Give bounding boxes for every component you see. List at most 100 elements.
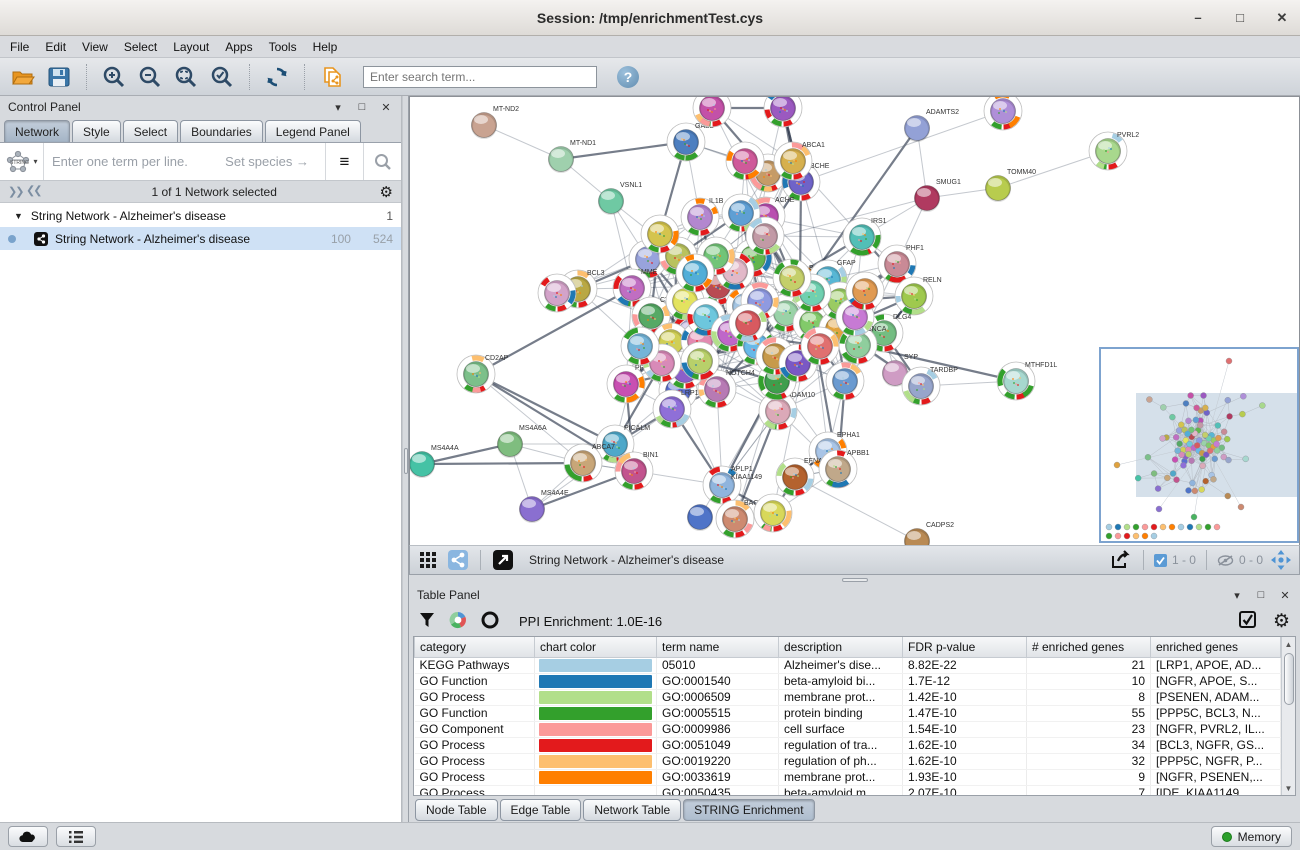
zoom-out-icon[interactable]: [135, 63, 165, 91]
menu-tools[interactable]: Tools: [269, 38, 305, 56]
maximize-button[interactable]: □: [1232, 10, 1248, 26]
panel-close-icon[interactable]: ✕: [379, 101, 393, 114]
network-edge[interactable]: [422, 463, 583, 464]
network-edge[interactable]: [476, 374, 615, 444]
table-row[interactable]: GO ProcessGO:0033619membrane prot...1.93…: [415, 769, 1281, 785]
network-node[interactable]: MTHFD1L: [997, 362, 1057, 400]
panel-close-icon[interactable]: ✕: [1278, 589, 1292, 602]
network-node[interactable]: MT-ND2: [472, 106, 520, 138]
navigator-icon[interactable]: [1269, 549, 1293, 571]
birdseye-overview[interactable]: [1099, 347, 1299, 543]
tab-network-table[interactable]: Network Table: [583, 799, 681, 821]
splitter-grip[interactable]: [842, 578, 868, 582]
filter-icon[interactable]: [419, 612, 435, 631]
scroll-down-icon[interactable]: ▼: [1283, 781, 1295, 795]
network-node[interactable]: VSNL1: [599, 182, 643, 214]
expand-all-icon[interactable]: ❯❯: [28, 185, 42, 198]
network-node[interactable]: [746, 217, 784, 255]
select-columns-icon[interactable]: [1239, 611, 1257, 632]
collapse-all-icon[interactable]: ❯❯: [8, 185, 22, 198]
network-options-gear-icon[interactable]: ⚙: [380, 183, 393, 201]
export-network-icon[interactable]: [1109, 549, 1133, 571]
task-history-icon[interactable]: [56, 826, 96, 847]
network-node[interactable]: [984, 97, 1022, 130]
network-node[interactable]: GAB2: [667, 123, 714, 161]
network-node[interactable]: ABCA7: [564, 444, 615, 482]
tab-style[interactable]: Style: [72, 120, 121, 142]
column-header--enriched-genes[interactable]: # enriched genes: [1027, 637, 1151, 657]
table-row[interactable]: GO ComponentGO:0009986cell surface1.54E-…: [415, 721, 1281, 737]
network-node[interactable]: CADPS2: [905, 522, 955, 545]
horizontal-splitter[interactable]: [409, 575, 1300, 584]
table-scrollbar[interactable]: ▲ ▼: [1281, 637, 1295, 795]
open-in-new-icon[interactable]: [491, 549, 515, 571]
table-row[interactable]: GO ProcessGO:0051049regulation of tra...…: [415, 737, 1281, 753]
menu-file[interactable]: File: [10, 38, 37, 56]
query-options-icon[interactable]: ≡: [325, 143, 363, 180]
menu-view[interactable]: View: [82, 38, 116, 56]
network-node[interactable]: [754, 494, 792, 532]
menu-select[interactable]: Select: [124, 38, 165, 56]
tab-network[interactable]: Network: [4, 120, 70, 142]
network-node[interactable]: BIN1: [615, 452, 659, 490]
network-node[interactable]: TOMM40: [986, 169, 1037, 201]
column-header-enriched-genes[interactable]: enriched genes: [1151, 637, 1281, 657]
menu-edit[interactable]: Edit: [45, 38, 74, 56]
panel-float-icon[interactable]: □: [1254, 589, 1268, 601]
menu-layout[interactable]: Layout: [173, 38, 217, 56]
network-canvas[interactable]: MT-ND2MT-ND1VSNL1GAB2ADAMTS2PVRL2TOMM40S…: [409, 96, 1300, 545]
save-session-icon[interactable]: [44, 63, 74, 91]
network-node[interactable]: [846, 272, 884, 310]
network-edge[interactable]: [476, 374, 583, 463]
table-settings-gear-icon[interactable]: ⚙: [1273, 610, 1290, 633]
network-node[interactable]: LRP1: [653, 390, 699, 428]
open-session-icon[interactable]: [8, 63, 38, 91]
network-collection-row[interactable]: ▼ String Network - Alzheimer's disease 1: [0, 204, 401, 227]
help-icon[interactable]: ?: [617, 66, 639, 88]
panel-menu-icon[interactable]: ▾: [331, 101, 345, 114]
column-header-description[interactable]: description: [779, 637, 903, 657]
table-row[interactable]: GO ProcessGO:0050435beta-amyloid m...2.0…: [415, 785, 1281, 796]
refresh-network-icon[interactable]: [262, 63, 292, 91]
menu-help[interactable]: Help: [313, 38, 346, 56]
tab-edge-table[interactable]: Edge Table: [500, 799, 582, 821]
string-share-icon[interactable]: [446, 549, 470, 571]
network-node[interactable]: PVRL2: [1089, 132, 1139, 170]
table-row[interactable]: KEGG Pathways05010Alzheimer's dise...8.8…: [415, 657, 1281, 673]
tab-select[interactable]: Select: [123, 120, 178, 142]
network-node[interactable]: MS4A4A: [410, 445, 459, 477]
string-query-input[interactable]: Enter one term per line. Set species →: [44, 154, 325, 169]
tab-boundaries[interactable]: Boundaries: [180, 120, 263, 142]
tab-string-enrichment[interactable]: STRING Enrichment: [683, 799, 814, 821]
scrollbar-thumb[interactable]: [1284, 653, 1294, 705]
scroll-up-icon[interactable]: ▲: [1283, 637, 1295, 651]
chart-settings-icon[interactable]: [449, 611, 467, 632]
grid-view-icon[interactable]: [416, 549, 440, 571]
network-node[interactable]: TARDBP: [902, 367, 958, 405]
network-node[interactable]: APBB1: [819, 450, 870, 488]
query-search-icon[interactable]: [363, 143, 401, 180]
search-input[interactable]: [363, 66, 597, 88]
set-species-label[interactable]: Set species →: [225, 154, 317, 169]
network-edge[interactable]: [801, 111, 1003, 182]
table-row[interactable]: GO ProcessGO:0006509membrane prot...1.42…: [415, 689, 1281, 705]
network-node[interactable]: [729, 304, 767, 342]
tab-legend-panel[interactable]: Legend Panel: [265, 120, 361, 142]
network-row-selected[interactable]: String Network - Alzheimer's disease 100…: [0, 227, 401, 250]
menu-apps[interactable]: Apps: [225, 38, 260, 56]
network-edge[interactable]: [795, 477, 917, 541]
string-protein-query-icon[interactable]: STRING ▾: [0, 143, 44, 180]
splitter-grip[interactable]: [404, 448, 408, 474]
network-node[interactable]: [773, 259, 811, 297]
panel-float-icon[interactable]: □: [355, 101, 369, 113]
close-button[interactable]: ✕: [1274, 10, 1290, 26]
table-row[interactable]: GO ProcessGO:0019220regulation of ph...1…: [415, 753, 1281, 769]
collapse-triangle-icon[interactable]: ▼: [14, 211, 23, 221]
network-node[interactable]: [726, 142, 764, 180]
remove-chart-icon[interactable]: [481, 611, 499, 632]
column-header-term-name[interactable]: term name: [657, 637, 779, 657]
network-node[interactable]: SMUG1: [915, 179, 962, 211]
network-node[interactable]: IRS1: [843, 218, 887, 256]
network-node[interactable]: [801, 327, 839, 365]
network-node[interactable]: [641, 215, 679, 253]
